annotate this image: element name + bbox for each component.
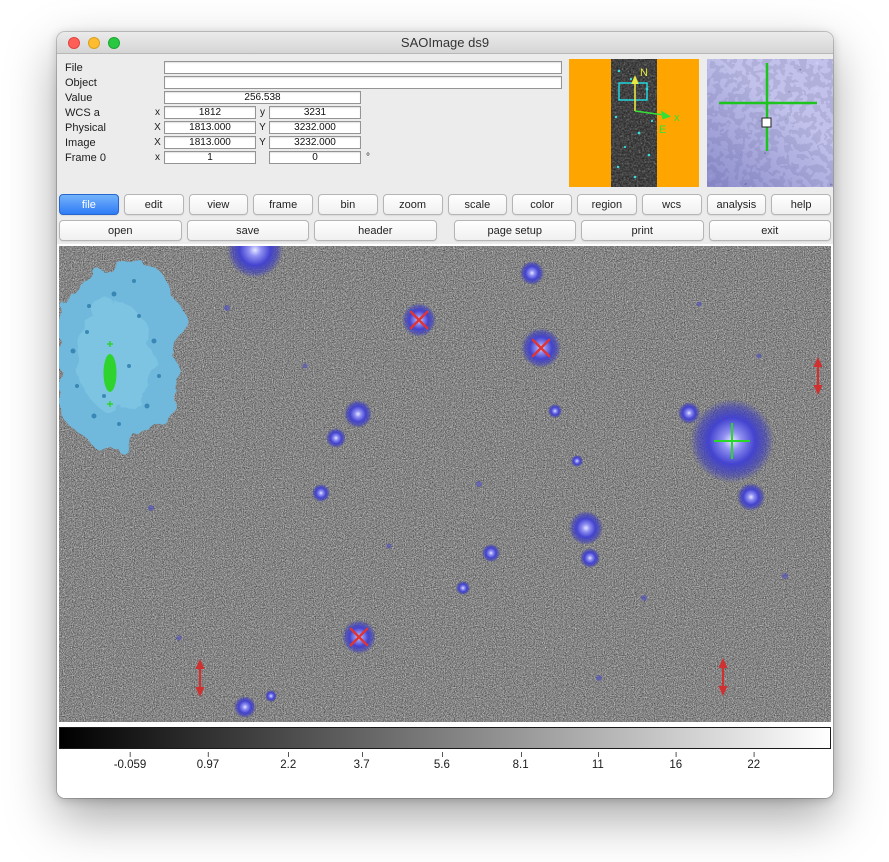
tick-label: 5.6	[434, 759, 450, 771]
north-label: N	[640, 67, 648, 79]
wcs-y-field[interactable]	[269, 106, 361, 119]
wcs-row: WCS a x y	[65, 105, 562, 120]
wcs-y-label: y	[256, 107, 269, 118]
tick-label: 3.7	[354, 759, 370, 771]
close-button[interactable]	[68, 37, 80, 49]
colorbar[interactable]	[59, 727, 831, 749]
image-x-field[interactable]	[164, 136, 256, 149]
value-field[interactable]	[164, 91, 361, 104]
object-label: Object	[65, 77, 151, 89]
galaxy-core-marker	[104, 354, 117, 392]
info-panel: File Object Value WCS a x y	[65, 60, 562, 190]
physical-x-field[interactable]	[164, 121, 256, 134]
menu-region[interactable]: region	[577, 194, 637, 215]
image-canvas[interactable]	[59, 246, 831, 722]
frame-label: Frame 0	[65, 152, 151, 164]
wcs-x-field[interactable]	[164, 106, 256, 119]
tick-label: 22	[747, 759, 760, 771]
window-title: SAOImage ds9	[401, 35, 489, 50]
toolbar-exit[interactable]: exit	[709, 220, 832, 241]
titlebar[interactable]: SAOImage ds9	[57, 32, 833, 54]
physical-row: Physical X Y	[65, 120, 562, 135]
physical-label: Physical	[65, 122, 151, 134]
colorbar-ticks: -0.059 0.97 2.2 3.7 5.6 8.1 11 16 22	[59, 749, 831, 779]
value-row: Value	[65, 90, 562, 105]
physical-y-label: Y	[256, 122, 269, 133]
magnifier[interactable]	[707, 59, 833, 187]
toolbar-page-setup[interactable]: page setup	[454, 220, 577, 241]
panner[interactable]: N x E	[569, 59, 699, 187]
image-row: Image X Y	[65, 135, 562, 150]
toolbar-save[interactable]: save	[187, 220, 310, 241]
object-field[interactable]	[164, 76, 562, 89]
frame-angle-field[interactable]	[269, 151, 361, 164]
wcs-x-label: x	[151, 107, 164, 118]
tick-label: 2.2	[280, 759, 296, 771]
menubar: file edit view frame bin zoom scale colo…	[57, 192, 833, 218]
menu-help[interactable]: help	[771, 194, 831, 215]
minimize-button[interactable]	[88, 37, 100, 49]
menu-view[interactable]: view	[189, 194, 249, 215]
menu-bin[interactable]: bin	[318, 194, 378, 215]
tick-label: -0.059	[114, 759, 147, 771]
physical-x-label: X	[151, 122, 164, 133]
tick-label: 16	[669, 759, 682, 771]
toolbar-print[interactable]: print	[581, 220, 704, 241]
image-y-field[interactable]	[269, 136, 361, 149]
menu-color[interactable]: color	[512, 194, 572, 215]
tick-label: 11	[592, 759, 604, 771]
tick-label: 0.97	[197, 759, 219, 771]
physical-y-field[interactable]	[269, 121, 361, 134]
menu-file[interactable]: file	[59, 194, 119, 215]
wcs-label: WCS a	[65, 107, 151, 119]
menu-zoom[interactable]: zoom	[383, 194, 443, 215]
menu-scale[interactable]: scale	[448, 194, 508, 215]
display-section: -0.059 0.97 2.2 3.7 5.6 8.1 11 16 22	[57, 244, 833, 798]
toolbar-header[interactable]: header	[314, 220, 437, 241]
image-x-label: X	[151, 137, 164, 148]
frame-x-field[interactable]	[164, 151, 256, 164]
file-row: File	[65, 60, 562, 75]
image-label: Image	[65, 137, 151, 149]
degree-label: °	[366, 152, 370, 163]
menu-wcs[interactable]: wcs	[642, 194, 702, 215]
frame-x-label: x	[151, 152, 164, 163]
image-y-label: Y	[256, 137, 269, 148]
toolbar-open[interactable]: open	[59, 220, 182, 241]
file-field[interactable]	[164, 61, 562, 74]
zoom-button[interactable]	[108, 37, 120, 49]
magnifier-cursor	[762, 118, 771, 127]
menu-analysis[interactable]: analysis	[707, 194, 767, 215]
frame-row: Frame 0 x °	[65, 150, 562, 165]
object-row: Object	[65, 75, 562, 90]
tick-label: 8.1	[513, 759, 529, 771]
traffic-lights	[68, 37, 120, 49]
menu-frame[interactable]: frame	[253, 194, 313, 215]
info-section: File Object Value WCS a x y	[57, 54, 833, 192]
toolbar: open save header page setup print exit	[57, 218, 833, 244]
value-label: Value	[65, 92, 151, 104]
file-label: File	[65, 62, 151, 74]
menu-edit[interactable]: edit	[124, 194, 184, 215]
x-axis-label: x	[674, 112, 680, 124]
east-label: E	[659, 124, 666, 136]
ds9-window: SAOImage ds9 File Object Value WCS a x	[57, 32, 833, 798]
